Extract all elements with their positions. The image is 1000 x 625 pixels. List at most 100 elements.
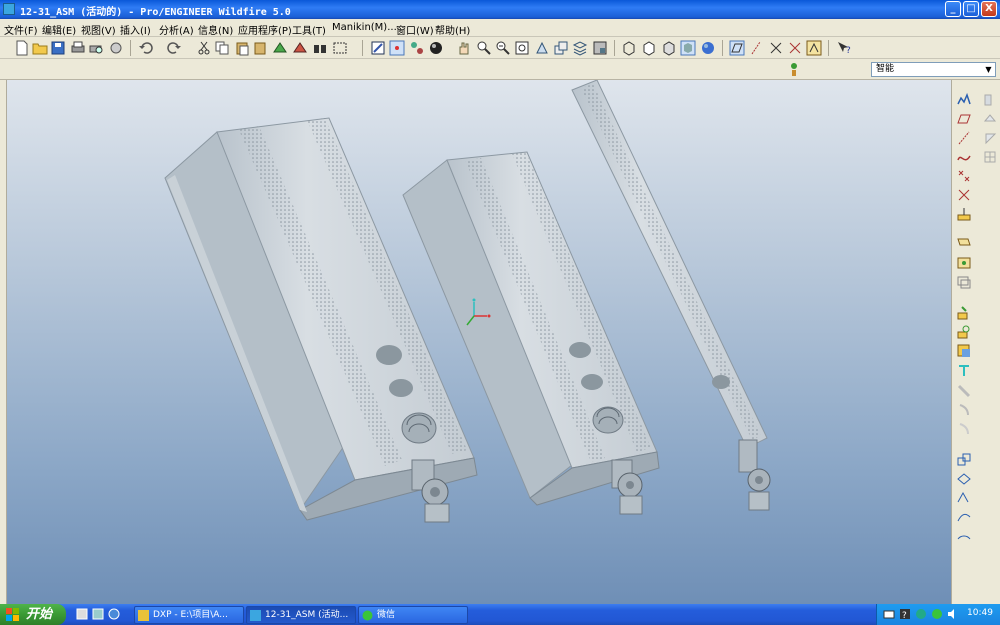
close-button[interactable]: X — [981, 1, 997, 17]
coord-sys-icon[interactable] — [787, 40, 803, 56]
menu-applications[interactable]: 应用程序(P) — [238, 22, 292, 37]
paste-icon[interactable] — [234, 40, 250, 56]
component-create-icon[interactable] — [956, 255, 972, 271]
menu-file[interactable]: 文件(F) — [4, 22, 38, 37]
regenerate-icon[interactable] — [272, 40, 288, 56]
axis-icon[interactable] — [956, 130, 972, 146]
trim-icon[interactable] — [956, 509, 972, 525]
wechat-tray-icon[interactable] — [931, 608, 943, 620]
minimize-button[interactable]: _ — [945, 1, 961, 17]
view-manager-icon[interactable] — [592, 40, 608, 56]
taskbar-task-wechat[interactable]: 微信 — [358, 606, 468, 624]
help-tray-icon[interactable]: ? — [899, 608, 911, 621]
shading-icon[interactable] — [680, 40, 696, 56]
component-insert-icon[interactable] — [956, 236, 972, 252]
selection-filter-select[interactable]: 智能 ▼ — [871, 62, 996, 77]
pan-hand-icon[interactable] — [456, 40, 472, 56]
wireframe-icon[interactable] — [621, 40, 637, 56]
print-icon[interactable] — [70, 40, 86, 56]
taskbar-task-dxp[interactable]: DXP - E:\项目\A... — [134, 606, 244, 624]
select-box-icon[interactable] — [332, 40, 348, 56]
display-style-icon[interactable] — [428, 40, 444, 56]
no-hidden-icon[interactable] — [661, 40, 677, 56]
plane-icon[interactable] — [956, 111, 972, 127]
volume-icon[interactable] — [947, 608, 959, 620]
maximize-button[interactable]: □ — [963, 1, 979, 17]
feature-toolbar — [951, 80, 1000, 604]
window-title: 12-31_ASM (活动的) - Pro/ENGINEER Wildfire … — [20, 7, 291, 18]
saved-views-icon[interactable] — [553, 40, 569, 56]
orient-mode-icon[interactable] — [409, 40, 425, 56]
mirror-icon[interactable] — [956, 471, 972, 487]
save-icon[interactable] — [50, 40, 66, 56]
menu-window[interactable]: 窗口(W) — [396, 22, 434, 37]
package-icon[interactable] — [956, 274, 972, 290]
toolbar-separator — [828, 40, 829, 56]
csys-icon[interactable] — [956, 187, 972, 203]
network-icon[interactable] — [915, 608, 927, 620]
windows-taskbar: 开始 DXP - E:\项目\A... 12-31_ASM (活动... 微信 … — [0, 604, 1000, 625]
menu-analysis[interactable]: 分析(A) — [159, 22, 194, 37]
menu-info[interactable]: 信息(N) — [198, 22, 233, 37]
zoom-out-icon[interactable] — [495, 40, 511, 56]
rib-icon[interactable] — [956, 402, 972, 418]
taskbar-task-proe[interactable]: 12-31_ASM (活动... — [246, 606, 356, 624]
undo-icon[interactable] — [138, 40, 154, 56]
grid-icon[interactable] — [982, 149, 998, 165]
chevron-down-icon[interactable]: ▼ — [983, 64, 994, 75]
layers-icon[interactable] — [572, 40, 588, 56]
paste-special-icon[interactable] — [252, 40, 268, 56]
menu-insert[interactable]: 插入(I) — [120, 22, 151, 37]
hidden-line-icon[interactable] — [641, 40, 657, 56]
offset-icon[interactable] — [956, 529, 972, 545]
datum-planes-icon[interactable] — [729, 40, 745, 56]
sketch-icon[interactable] — [956, 92, 972, 108]
send-mail-icon[interactable] — [108, 40, 124, 56]
start-button[interactable]: 开始 — [0, 604, 66, 625]
taskbar-task-label: 12-31_ASM (活动... — [265, 610, 349, 620]
sweep-icon[interactable] — [956, 343, 972, 359]
copy-icon[interactable] — [214, 40, 230, 56]
datum-axes-icon[interactable] — [748, 40, 764, 56]
find-icon[interactable] — [312, 40, 328, 56]
curve-icon[interactable] — [956, 149, 972, 165]
context-help-icon[interactable]: ? — [836, 40, 852, 56]
merge-icon[interactable] — [956, 490, 972, 506]
draft-icon[interactable] — [982, 130, 998, 146]
refit-icon[interactable] — [514, 40, 530, 56]
point-icon[interactable] — [956, 168, 972, 184]
round-icon[interactable] — [956, 421, 972, 437]
rounds-icon[interactable] — [982, 111, 998, 127]
regen-manager-icon[interactable] — [292, 40, 308, 56]
extrude-icon[interactable] — [956, 305, 972, 321]
print-preview-icon[interactable] — [88, 40, 104, 56]
menu-view[interactable]: 视图(V) — [81, 22, 116, 37]
menu-manikin[interactable]: Manikin(M)... — [332, 22, 397, 33]
annotation-icon[interactable] — [806, 40, 822, 56]
redo-icon[interactable] — [166, 40, 182, 56]
zoom-in-icon[interactable] — [476, 40, 492, 56]
open-folder-icon[interactable] — [32, 40, 48, 56]
menu-edit[interactable]: 编辑(E) — [42, 22, 76, 37]
hole-icon[interactable] — [956, 363, 972, 379]
appearance-icon[interactable] — [700, 40, 716, 56]
analysis-feature-icon[interactable] — [956, 206, 972, 222]
quicklaunch-icon[interactable] — [76, 608, 88, 620]
repaint-icon[interactable] — [370, 40, 386, 56]
cut-icon[interactable] — [196, 40, 212, 56]
revolve-icon[interactable] — [956, 324, 972, 340]
menu-tools[interactable]: 工具(T) — [292, 22, 326, 37]
shell-icon[interactable] — [956, 383, 972, 399]
quicklaunch-icon[interactable] — [92, 608, 104, 620]
spin-center-icon[interactable] — [389, 40, 405, 56]
selection-filter-bar: 智能 ▼ — [0, 59, 1000, 80]
graphics-viewport[interactable] — [7, 80, 951, 604]
menu-help[interactable]: 帮助(H) — [435, 22, 470, 37]
pattern-icon[interactable] — [956, 452, 972, 468]
datum-points-icon[interactable] — [768, 40, 784, 56]
blend-icon[interactable] — [982, 92, 998, 108]
keyboard-icon[interactable] — [883, 608, 895, 620]
reorient-icon[interactable] — [534, 40, 550, 56]
quicklaunch-icon[interactable] — [108, 608, 120, 620]
new-file-icon[interactable] — [14, 40, 30, 56]
